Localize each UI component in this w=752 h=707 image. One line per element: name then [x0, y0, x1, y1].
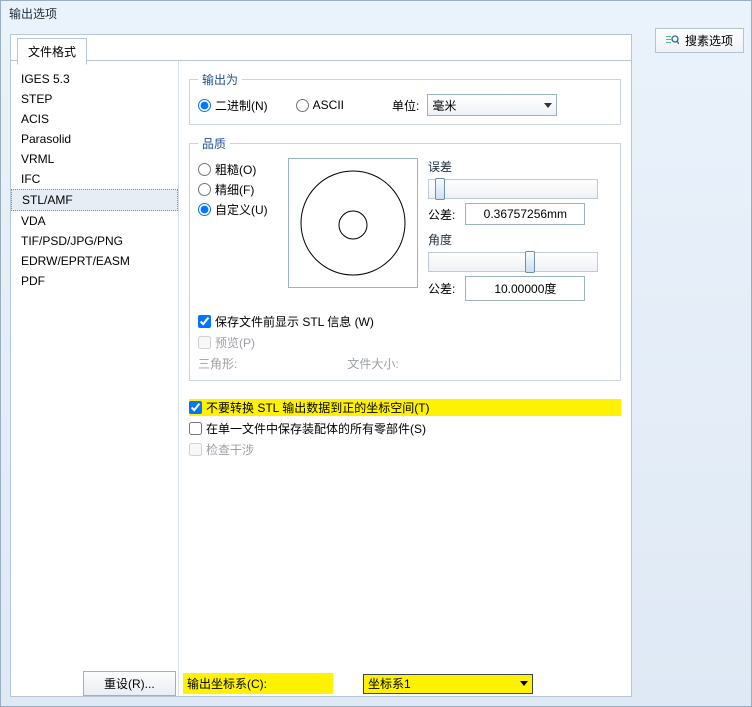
format-item[interactable]: VRML: [11, 149, 178, 169]
format-item[interactable]: ACIS: [11, 109, 178, 129]
check-preview-input: [198, 336, 211, 349]
chevron-down-icon: [520, 681, 528, 686]
format-item[interactable]: IGES 5.3: [11, 69, 178, 89]
radio-coarse[interactable]: 粗糙(O): [198, 161, 278, 178]
format-item[interactable]: VDA: [11, 211, 178, 231]
format-item[interactable]: EDRW/EPRT/EASM: [11, 251, 178, 271]
angle-label: 角度: [428, 231, 612, 248]
deviation-tol-label: 公差:: [428, 206, 455, 223]
tabstrip: 文件格式: [11, 35, 631, 61]
radio-binary-input[interactable]: [198, 99, 211, 112]
deviation-label: 误差: [428, 158, 612, 175]
unit-label: 单位:: [392, 97, 419, 114]
check-preview-label: 预览(P): [215, 334, 255, 351]
angle-tol-label: 公差:: [428, 280, 455, 297]
extra-options: 不要转换 STL 输出数据到正的坐标空间(T) 在单一文件中保存装配体的所有零部…: [189, 399, 621, 458]
radio-custom-input[interactable]: [198, 203, 211, 216]
window-title: 输出选项: [9, 7, 57, 21]
settings-pane: 输出为 二进制(N) ASCII 单位: 毫米: [179, 61, 631, 696]
radio-coarse-label: 粗糙(O): [215, 161, 256, 178]
search-options-button[interactable]: 搜素选项: [655, 28, 744, 53]
search-options-icon: [666, 35, 679, 46]
check-no-transform[interactable]: 不要转换 STL 输出数据到正的坐标空间(T): [189, 399, 621, 416]
check-interference-label: 检查干涉: [206, 441, 254, 458]
format-item[interactable]: IFC: [11, 169, 178, 189]
radio-binary-label: 二进制(N): [215, 97, 268, 114]
tab-file-format[interactable]: 文件格式: [17, 38, 87, 65]
radio-custom-label: 自定义(U): [215, 201, 268, 218]
format-item[interactable]: STEP: [11, 89, 178, 109]
check-single-file-label: 在单一文件中保存装配体的所有零部件(S): [206, 420, 426, 437]
radio-ascii-label: ASCII: [313, 98, 344, 112]
check-show-stl-info-input[interactable]: [198, 315, 211, 328]
check-preview: 预览(P): [198, 334, 612, 351]
format-item[interactable]: PDF: [11, 271, 178, 291]
angle-tol-value[interactable]: 10.00000度: [465, 276, 585, 301]
content-panel: 文件格式 IGES 5.3STEPACISParasolidVRMLIFCSTL…: [10, 34, 632, 697]
coord-system-label: 输出坐标系(C):: [183, 673, 333, 694]
filesize-label: 文件大小:: [347, 355, 398, 372]
radio-ascii[interactable]: ASCII: [296, 98, 344, 112]
unit-select[interactable]: 毫米: [427, 94, 557, 116]
angle-slider-thumb[interactable]: [525, 251, 535, 273]
radio-binary[interactable]: 二进制(N): [198, 97, 268, 114]
angle-slider[interactable]: [428, 252, 598, 272]
tab-label: 文件格式: [28, 45, 76, 59]
check-interference-input: [189, 443, 202, 456]
check-single-file-input[interactable]: [189, 422, 202, 435]
radio-fine-input[interactable]: [198, 183, 211, 196]
unit-value: 毫米: [432, 97, 456, 114]
deviation-tol-value[interactable]: 0.36757256mm: [465, 203, 585, 225]
check-no-transform-label: 不要转换 STL 输出数据到正的坐标空间(T): [206, 399, 430, 416]
group-quality: 品质 粗糙(O) 精细(F) 自定义(U) 误差: [189, 135, 621, 381]
format-item[interactable]: STL/AMF: [11, 189, 178, 211]
deviation-slider[interactable]: [428, 179, 598, 199]
reset-button-label: 重设(R)...: [104, 677, 155, 691]
radio-ascii-input[interactable]: [296, 99, 309, 112]
search-options-label: 搜素选项: [685, 32, 733, 49]
radio-custom[interactable]: 自定义(U): [198, 201, 278, 218]
format-item[interactable]: Parasolid: [11, 129, 178, 149]
reset-button[interactable]: 重设(R)...: [83, 671, 176, 696]
group-quality-legend: 品质: [198, 135, 230, 152]
check-show-stl-info-label: 保存文件前显示 STL 信息 (W): [215, 313, 374, 330]
check-interference: 检查干涉: [189, 441, 621, 458]
check-single-file[interactable]: 在单一文件中保存装配体的所有零部件(S): [189, 420, 621, 437]
chevron-down-icon: [544, 103, 552, 108]
radio-fine-label: 精细(F): [215, 181, 254, 198]
group-output-as-legend: 输出为: [198, 71, 242, 88]
format-list: IGES 5.3STEPACISParasolidVRMLIFCSTL/AMFV…: [11, 61, 179, 696]
group-output-as: 输出为 二进制(N) ASCII 单位: 毫米: [189, 71, 621, 125]
radio-fine[interactable]: 精细(F): [198, 181, 278, 198]
quality-preview-image: [288, 158, 418, 288]
coord-system-value: 坐标系1: [368, 675, 411, 692]
deviation-slider-thumb[interactable]: [435, 178, 445, 200]
check-show-stl-info[interactable]: 保存文件前显示 STL 信息 (W): [198, 313, 612, 330]
radio-coarse-input[interactable]: [198, 163, 211, 176]
triangles-label: 三角形:: [198, 355, 237, 372]
titlebar: 输出选项: [1, 1, 751, 25]
coord-system-select[interactable]: 坐标系1: [363, 674, 533, 694]
format-item[interactable]: TIF/PSD/JPG/PNG: [11, 231, 178, 251]
dialog-window: 输出选项 搜素选项 文件格式 IGES 5.3STEPACISParasolid…: [0, 0, 752, 707]
check-no-transform-input[interactable]: [189, 401, 202, 414]
